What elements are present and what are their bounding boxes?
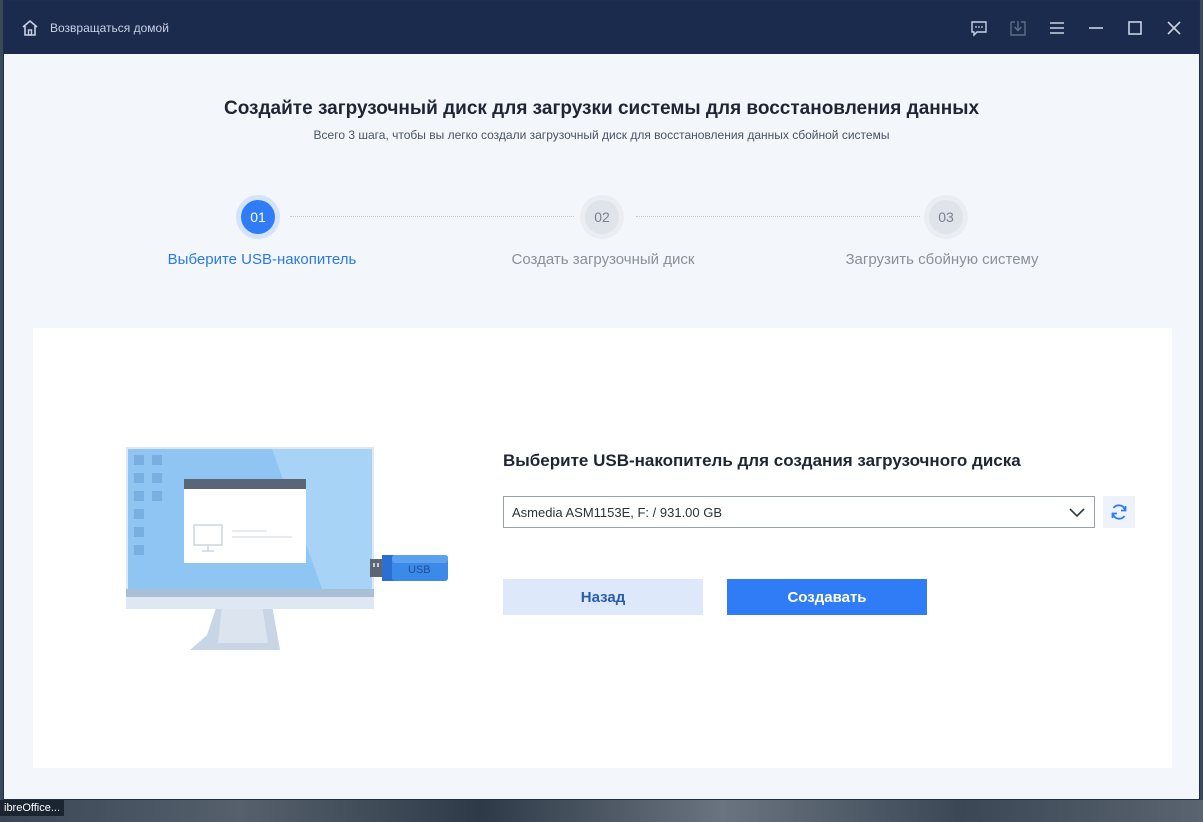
minimize-icon (1088, 26, 1103, 29)
step-3-indicator: 03 (929, 200, 963, 234)
home-button[interactable]: Возвращаться домой (20, 13, 169, 43)
close-icon (1166, 20, 1181, 35)
page-title: Создайте загрузочный диск для загрузки с… (223, 98, 980, 119)
menu-button[interactable] (1037, 1, 1076, 54)
step-connector (290, 216, 574, 217)
step-1-label: Выберите USB-накопитель (167, 251, 357, 268)
home-icon (22, 19, 38, 36)
app-window: Возвращаться домой Создайте загрузочный … (3, 0, 1200, 800)
menu-icon (1049, 21, 1064, 34)
download-icon (1009, 20, 1026, 36)
feedback-button[interactable] (959, 1, 998, 54)
desktop-background (0, 800, 1203, 822)
refresh-button[interactable] (1103, 496, 1135, 528)
minimize-button[interactable] (1076, 1, 1115, 54)
back-button[interactable]: Назад (503, 579, 703, 615)
create-button[interactable]: Создавать (727, 579, 927, 615)
refresh-icon (1111, 504, 1127, 520)
usb-label: USB (408, 564, 431, 576)
step-1-indicator: 01 (241, 200, 275, 234)
step-2-indicator: 02 (585, 200, 619, 234)
selected-drive-value: Asmedia ASM1153E, F: / 931.00 GB (512, 504, 723, 520)
titlebar: Возвращаться домой (4, 1, 1199, 54)
computer-usb-illustration: USB (126, 447, 448, 650)
download-button[interactable] (998, 1, 1037, 54)
form-title: Выберите USB-накопитель для создания заг… (503, 451, 1021, 470)
chevron-down-icon (1069, 508, 1085, 518)
step-3-label: Загрузить сбойную систему (845, 251, 1039, 268)
page-subtitle: Всего 3 шага, чтобы вы легко создали заг… (313, 128, 890, 142)
window-controls (959, 1, 1193, 54)
home-label: Возвращаться домой (50, 20, 169, 35)
usb-drive-select[interactable]: Asmedia ASM1153E, F: / 931.00 GB (503, 496, 1095, 528)
close-button[interactable] (1154, 1, 1193, 54)
step-connector (636, 216, 920, 217)
step-2-label: Создать загрузочный диск (511, 251, 695, 268)
taskbar-app-label[interactable]: ibreOffice... (0, 800, 65, 816)
maximize-icon (1127, 20, 1142, 35)
feedback-icon (970, 20, 987, 37)
maximize-button[interactable] (1115, 1, 1154, 54)
